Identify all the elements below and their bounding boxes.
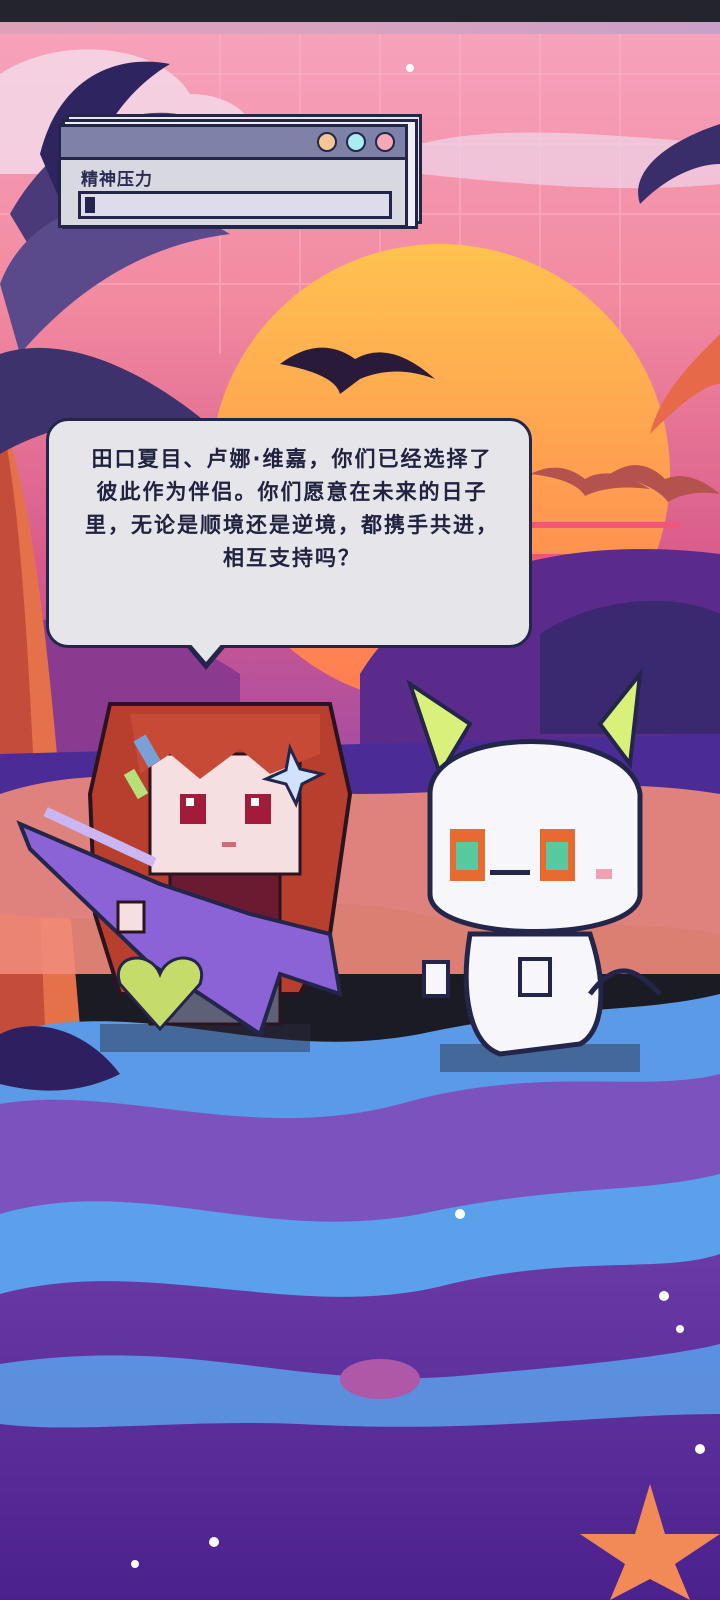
window-button-yellow-icon[interactable] bbox=[317, 132, 337, 152]
window-titlebar bbox=[61, 127, 405, 160]
speech-tail-inner bbox=[188, 641, 224, 662]
speech-bubble[interactable]: 田口夏目、卢娜·维嘉，你们已经选择了彼此作为伴侣。你们愿意在未来的日子里，无论是… bbox=[46, 418, 532, 648]
stress-label: 精神压力 bbox=[81, 170, 153, 190]
stress-window: 精神压力 bbox=[58, 114, 422, 229]
dialogue-text: 田口夏目、卢娜·维嘉，你们已经选择了彼此作为伴侣。你们愿意在未来的日子里，无论是… bbox=[85, 447, 499, 570]
window-button-pink-icon[interactable] bbox=[375, 132, 395, 152]
top-bar bbox=[0, 0, 720, 22]
stress-panel: 精神压力 bbox=[58, 124, 408, 228]
window-button-cyan-icon[interactable] bbox=[346, 132, 366, 152]
stress-progress-bar bbox=[78, 191, 392, 219]
top-stripe bbox=[0, 22, 720, 34]
game-screen: 精神压力 田口夏目、卢娜·维嘉，你们已经选择了彼此作为伴侣。你们愿意在未来的日子… bbox=[0, 0, 720, 1600]
beach-sunset-scene bbox=[0, 34, 720, 1600]
stress-progress-fill bbox=[85, 197, 95, 213]
